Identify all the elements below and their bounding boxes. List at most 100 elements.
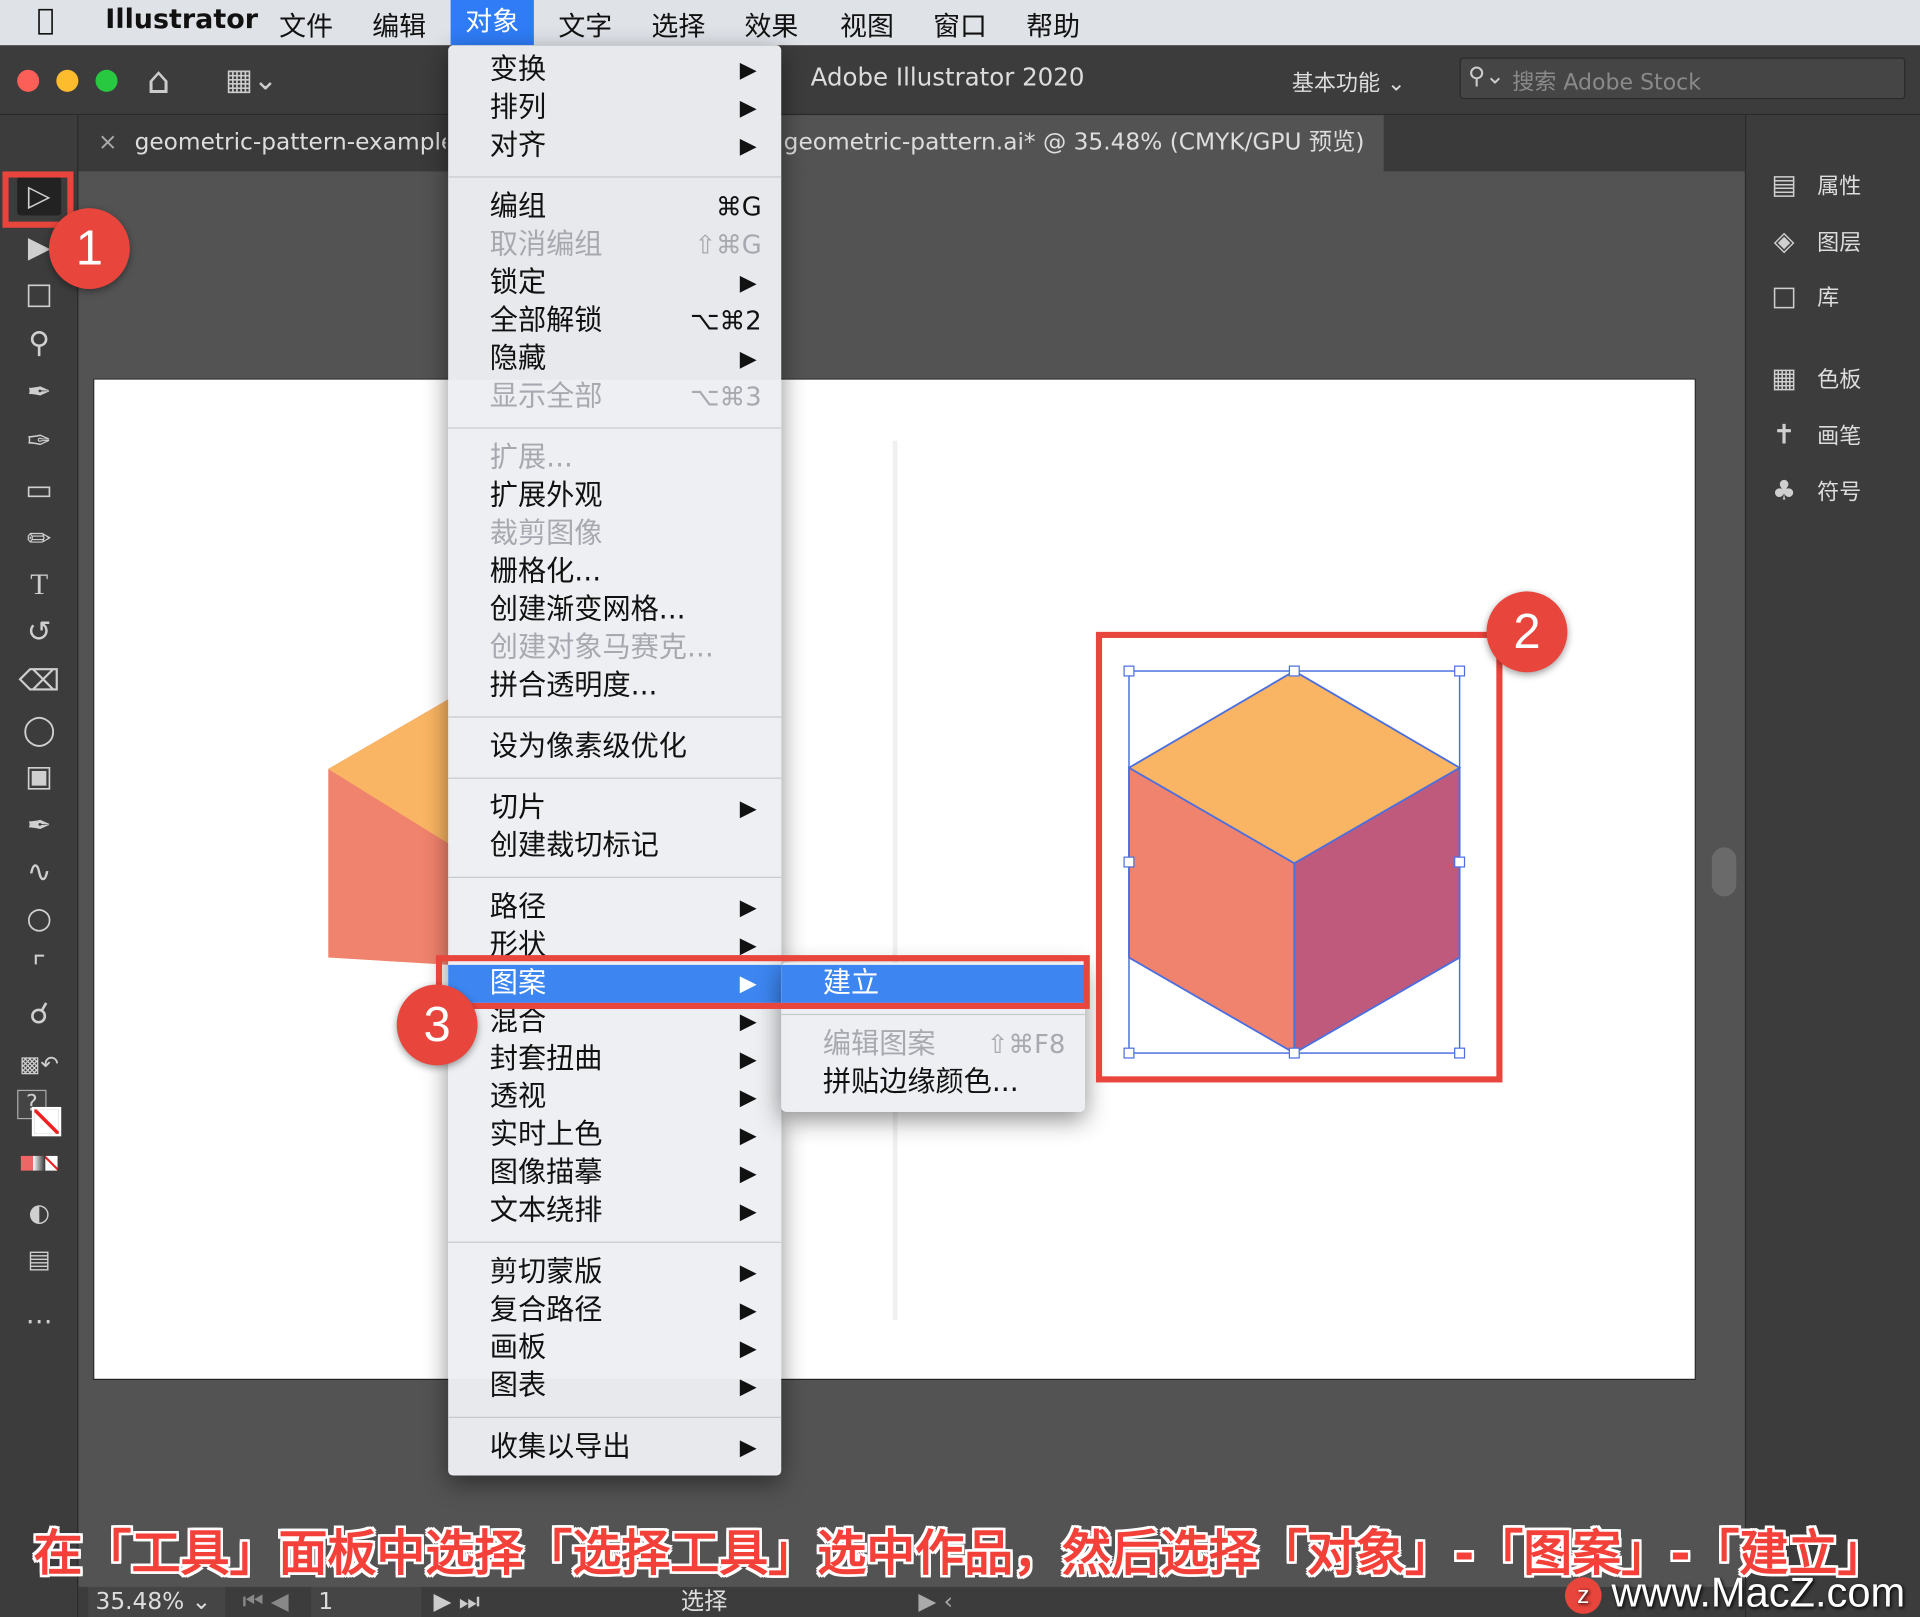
- eraser-tool[interactable]: ⌫: [17, 661, 61, 700]
- pen-tool[interactable]: ✒: [17, 372, 61, 411]
- submenu-arrow-icon: ▶: [739, 1373, 757, 1400]
- menu-item[interactable]: 实时上色 ▶: [448, 1117, 781, 1155]
- menu-item-label: 图像描摹: [489, 1157, 603, 1189]
- menu-effect[interactable]: 效果: [744, 5, 798, 44]
- menu-item-label: 设为像素级优化: [489, 731, 687, 763]
- fill-stroke-indicator[interactable]: ?: [17, 1089, 62, 1144]
- menu-item[interactable]: 栅格化...: [448, 553, 781, 591]
- menu-object[interactable]: 对象: [450, 0, 534, 46]
- panel-swatches[interactable]: ▦ 色板: [1766, 362, 1861, 395]
- menu-item[interactable]: 扩展外观: [448, 478, 781, 516]
- menu-app-name[interactable]: Illustrator: [105, 5, 258, 36]
- panel-symbols[interactable]: ♣ 符号: [1766, 475, 1862, 507]
- curvature-tool[interactable]: ✑: [17, 421, 61, 460]
- properties-icon: ▤: [1771, 170, 1797, 201]
- lasso-tool[interactable]: ◯: [17, 710, 61, 749]
- color-mode-icons[interactable]: [17, 1153, 61, 1177]
- menu-item[interactable]: 文本绕排 ▶: [448, 1193, 781, 1231]
- tab-pattern[interactable]: geometric-pattern.ai* @ 35.48% (CMYK/GPU…: [759, 115, 1384, 172]
- arrange-documents-icon[interactable]: ▦⌄: [225, 62, 277, 96]
- menu-item[interactable]: 收集以导出 ▶: [448, 1429, 781, 1467]
- menu-item[interactable]: 复合路径 ▶: [448, 1292, 781, 1330]
- menu-item[interactable]: 路径 ▶: [448, 889, 781, 927]
- menu-item[interactable]: 锁定 ▶: [448, 264, 781, 302]
- menu-item[interactable]: 图像描摹 ▶: [448, 1155, 781, 1193]
- fill-stroke-swap-icon[interactable]: ▩↶: [17, 1046, 61, 1085]
- menu-select[interactable]: 选择: [651, 5, 705, 44]
- watermark: z www.MacZ.com: [1564, 1570, 1905, 1617]
- menu-item[interactable]: 画板 ▶: [448, 1330, 781, 1368]
- workspace-switcher[interactable]: 基本功能 ⌄: [1292, 66, 1406, 98]
- puppet-warp-tool[interactable]: ⚲: [17, 323, 61, 362]
- menu-item[interactable]: 设为像素级优化: [448, 729, 781, 767]
- panel-label: 画笔: [1817, 423, 1862, 450]
- panel-label: 属性: [1817, 173, 1862, 200]
- draw-mode-icon[interactable]: ◐: [17, 1193, 61, 1232]
- canvas-scroll-thumb[interactable]: [1711, 847, 1737, 897]
- menu-edit[interactable]: 编辑: [372, 5, 426, 44]
- menu-item-label: 编辑图案: [822, 1028, 936, 1061]
- cube-artwork-left[interactable]: [328, 697, 463, 967]
- shape-builder-tool[interactable]: ○: [17, 899, 61, 938]
- close-tab-icon[interactable]: ×: [98, 129, 117, 156]
- menu-item[interactable]: 变换 ▶: [448, 51, 781, 89]
- status-arrow-icon[interactable]: ▶ ‹: [918, 1587, 953, 1617]
- first-artboard-icon[interactable]: ⏮ ◀: [242, 1587, 288, 1617]
- tab-examples[interactable]: × geometric-pattern-examples.ai: [78, 115, 446, 171]
- menu-window[interactable]: 窗口: [933, 5, 987, 44]
- menu-item[interactable]: 图表 ▶: [448, 1368, 781, 1406]
- paintbrush-tool[interactable]: ✏: [17, 519, 61, 558]
- panel-layers[interactable]: ◈ 图层: [1766, 225, 1862, 258]
- stock-search-field[interactable]: ⚲⌄ 搜索 Adobe Stock: [1459, 57, 1906, 100]
- screen-mode-icon[interactable]: ▤: [17, 1239, 61, 1278]
- menu-item[interactable]: 排列 ▶: [448, 89, 781, 127]
- menu-item-label: 对齐: [489, 129, 547, 162]
- menu-shortcut: ⌥⌘3: [689, 382, 762, 412]
- menu-type[interactable]: 文字: [558, 5, 612, 44]
- zoom-tool[interactable]: ☌: [17, 994, 61, 1033]
- menu-item[interactable]: 创建裁切标记: [448, 828, 781, 866]
- submenu-arrow-icon: ▶: [739, 795, 757, 822]
- zoom-window-button[interactable]: [95, 69, 118, 92]
- more-tools-icon[interactable]: ⋯: [17, 1303, 61, 1342]
- eyedropper-tool[interactable]: ✒: [17, 806, 61, 845]
- home-icon[interactable]: ⌂: [147, 60, 170, 103]
- right-panel-dock: ▤ 属性 ◈ 图层 □ 库 ▦ 色板 ✝ 画笔 ♣ 符号: [1744, 115, 1920, 1617]
- menu-item[interactable]: 拼贴边缘颜色...: [781, 1064, 1085, 1102]
- layers-icon: ◈: [1773, 226, 1795, 258]
- menu-view[interactable]: 视图: [840, 5, 894, 44]
- zoom-field[interactable]: 35.48% ⌄: [88, 1586, 226, 1617]
- rotate-tool[interactable]: ↺: [17, 612, 61, 651]
- menu-item[interactable]: 创建渐变网格...: [448, 591, 781, 629]
- type-tool[interactable]: T: [17, 566, 61, 605]
- menu-file[interactable]: 文件: [279, 5, 333, 44]
- apple-icon[interactable]: : [37, 2, 55, 36]
- artboard-tool[interactable]: □: [17, 274, 61, 313]
- gradient-tool[interactable]: ▣: [17, 757, 61, 796]
- menu-item[interactable]: 编组 ⌘G: [448, 189, 781, 227]
- menu-item[interactable]: 拼合透明度...: [448, 667, 781, 705]
- rectangle-tool[interactable]: ▭: [17, 470, 61, 509]
- menu-item[interactable]: 隐藏 ▶: [448, 340, 781, 378]
- crop-tool[interactable]: ⌜: [17, 948, 61, 987]
- panel-brushes[interactable]: ✝ 画笔: [1766, 419, 1862, 451]
- close-window-button[interactable]: [17, 69, 40, 92]
- menu-item[interactable]: 剪切蒙版 ▶: [448, 1254, 781, 1292]
- blend-tool[interactable]: ∿: [17, 852, 61, 891]
- menu-help[interactable]: 帮助: [1026, 5, 1080, 44]
- next-artboard-icon[interactable]: ▶ ⏭: [433, 1587, 479, 1617]
- submenu-arrow-icon: ▶: [739, 1260, 757, 1286]
- menu-item[interactable]: 封套扭曲 ▶: [448, 1041, 781, 1079]
- panel-properties[interactable]: ▤ 属性: [1766, 169, 1862, 201]
- panel-label: 符号: [1817, 480, 1862, 506]
- menu-item[interactable]: 全部解锁 ⌥⌘2: [448, 302, 781, 340]
- artboard-number-field[interactable]: 1: [311, 1586, 422, 1617]
- minimize-window-button[interactable]: [56, 69, 79, 92]
- menu-item-label: 画板: [489, 1332, 547, 1365]
- brush-icon: ✝: [1772, 420, 1796, 451]
- menu-item[interactable]: 切片 ▶: [448, 790, 781, 828]
- menu-item[interactable]: 对齐 ▶: [448, 127, 781, 165]
- submenu-arrow-icon: ▶: [739, 346, 757, 373]
- menu-item[interactable]: 透视 ▶: [448, 1079, 781, 1117]
- panel-libraries[interactable]: □ 库: [1766, 280, 1839, 313]
